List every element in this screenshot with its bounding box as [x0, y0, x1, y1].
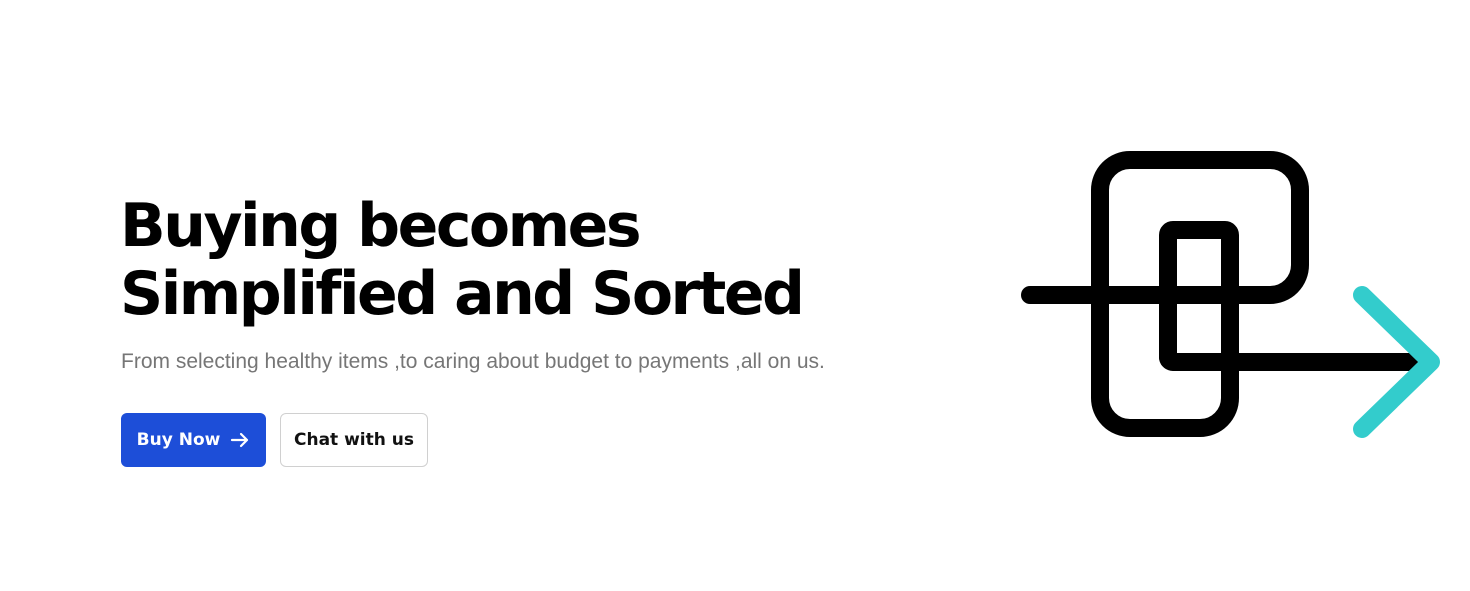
buy-now-label: Buy Now — [136, 430, 221, 450]
hero-subtitle: From selecting healthy items ,to caring … — [121, 350, 825, 373]
headline-line-1: Buying becomes — [120, 191, 642, 261]
buy-now-button[interactable]: Buy Now — [121, 413, 266, 467]
arrow-right-icon — [230, 430, 250, 450]
linked-squares-arrow-logo — [1000, 140, 1460, 450]
hero-headline: Buying becomes Simplified and Sorted — [120, 192, 880, 328]
hero-section: Buying becomes Simplified and Sorted Fro… — [0, 0, 1470, 591]
headline-line-2: Simplified and Sorted — [120, 259, 805, 329]
chat-with-us-label: Chat with us — [294, 430, 414, 450]
chat-with-us-button[interactable]: Chat with us — [280, 413, 428, 467]
